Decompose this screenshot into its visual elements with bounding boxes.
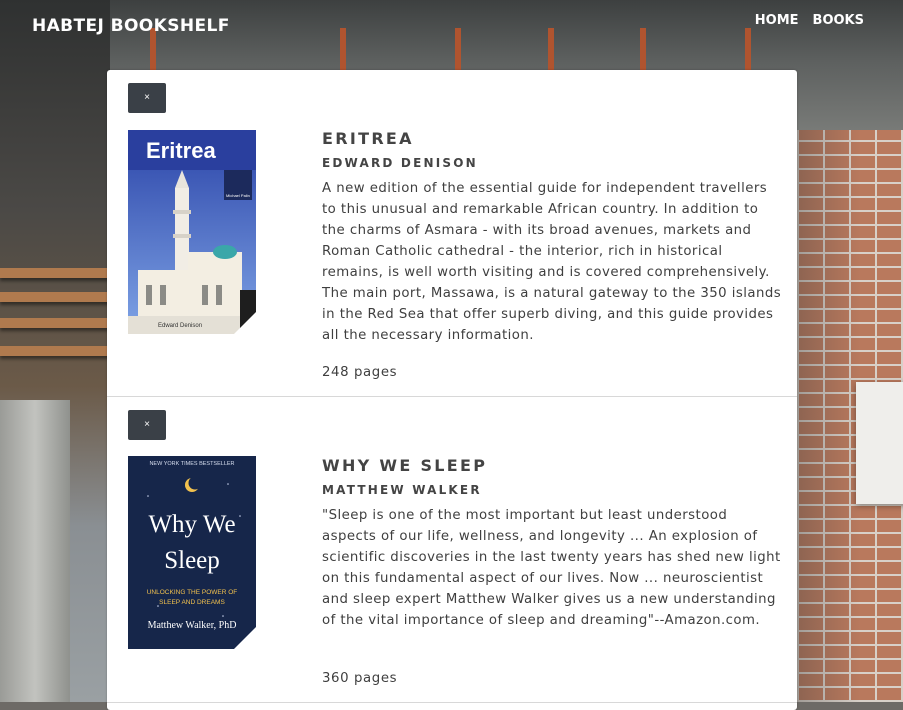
cover-author: Matthew Walker, PhD [148,620,237,631]
cover-author: Edward Denison [158,323,202,329]
nav-link-home[interactable]: HOME [755,13,799,28]
cover-banner: NEW YORK TIMES BESTSELLER [149,461,234,467]
background-beam [340,28,346,70]
book-page-count: 360 pages [322,671,398,686]
brand-logo[interactable]: HABTEJ BOOKSHELF [32,16,230,36]
book-cover-why-we-sleep[interactable]: NEW YORK TIMES BESTSELLER Why We Sleep U… [128,456,256,649]
book-title: WHY WE SLEEP [322,456,488,475]
background-shelf [0,292,110,302]
nav-link-books[interactable]: BOOKS [813,13,864,28]
background-beam [640,28,646,70]
top-nav: HOME BOOKS [755,13,864,28]
background-picture-frame [856,382,903,504]
book-list-panel: × Eritrea Michael Palin Edward Denison E… [107,70,797,710]
book-entry: × NEW YORK TIMES BESTSELLER Why We Sleep… [107,397,797,703]
cover-title-line1: Why We [148,511,235,538]
cover-art: NEW YORK TIMES BESTSELLER Why We Sleep U… [128,456,256,649]
background-shelf [0,268,110,278]
book-author: MATTHEW WALKER [322,483,482,497]
cover-subtitle-line1: UNLOCKING THE POWER OF [147,589,238,596]
book-info: ERITREA EDWARD DENISON A new edition of … [322,128,782,346]
book-author: EDWARD DENISON [322,156,478,170]
cover-subtitle-line2: SLEEP AND DREAMS [159,599,225,606]
background-beam [548,28,554,70]
book-page-count: 248 pages [322,365,398,380]
page-curl [234,627,256,649]
remove-book-button[interactable]: × [128,83,166,113]
background-cloth [0,400,70,702]
book-title: ERITREA [322,129,414,148]
cover-title-line2: Sleep [164,547,220,574]
background-shelf [0,318,110,328]
background-beam [745,28,751,70]
background-beam [455,28,461,70]
background-shelf [0,346,110,356]
book-info: WHY WE SLEEP MATTHEW WALKER "Sleep is on… [322,455,782,631]
cover-title: Eritrea [146,138,216,163]
book-entry: × Eritrea Michael Palin Edward Denison E… [107,70,797,397]
cover-badge: Michael Palin [226,193,250,198]
book-description: A new edition of the essential guide for… [322,181,782,343]
book-description: "Sleep is one of the most important but … [322,508,781,628]
remove-book-button[interactable]: × [128,410,166,440]
book-cover-eritrea[interactable]: Eritrea Michael Palin Edward Denison [128,130,256,334]
cover-art: Eritrea Michael Palin Edward Denison [128,130,256,334]
page-curl [234,312,256,334]
